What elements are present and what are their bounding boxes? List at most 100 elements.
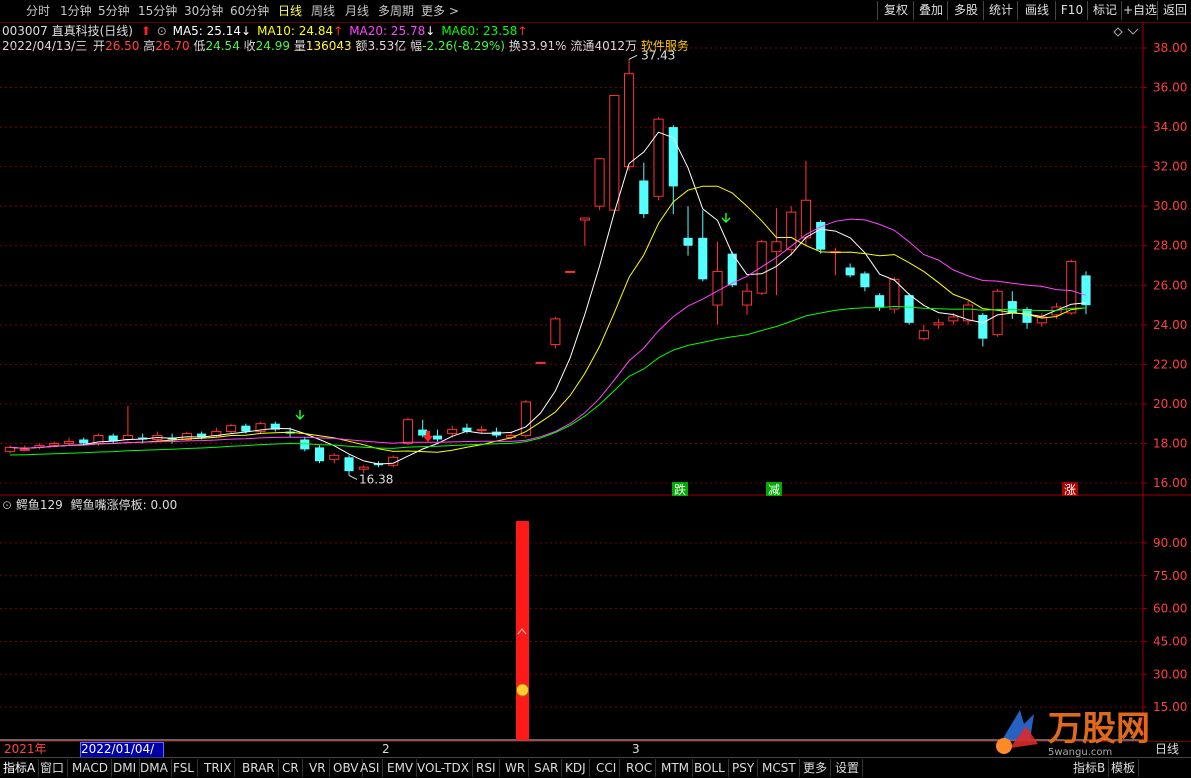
candle-body-down — [418, 429, 428, 436]
candle-body-up — [933, 322, 944, 326]
price-tick-label: 22.00 — [1153, 357, 1187, 371]
candle-body-up — [594, 158, 605, 207]
candle-body-down — [845, 267, 855, 276]
tab-11[interactable]: ASI — [357, 759, 384, 777]
price-tick-label: 34.00 — [1153, 120, 1187, 134]
indicator-formula: 鳄鱼嘴涨停板: — [70, 498, 147, 512]
tool-button-5[interactable]: F10 — [1055, 1, 1088, 20]
tab-25[interactable]: 设置 — [832, 759, 864, 777]
tab-2[interactable]: MACD — [69, 759, 112, 777]
candle-body-up — [329, 454, 340, 460]
tab-13[interactable]: VOL-TDX — [414, 759, 473, 777]
period-tab-6[interactable]: 日线 — [278, 3, 302, 19]
tool-button-1[interactable]: 叠加 — [913, 1, 948, 20]
diamond-icon — [1113, 27, 1123, 37]
tab-18[interactable]: CCI — [593, 759, 621, 777]
tab-5[interactable]: FSL — [170, 759, 198, 777]
tool-button-3[interactable]: 统计 — [983, 1, 1018, 20]
candle-body-up — [49, 442, 60, 446]
tool-button-4[interactable]: 画线 — [1017, 1, 1056, 20]
tab-19[interactable]: ROC — [623, 759, 657, 777]
indicator-tick-label: 30.00 — [1153, 667, 1187, 681]
tab-9[interactable]: VR — [306, 759, 330, 777]
candle-body-up — [623, 73, 635, 168]
period-tab-1[interactable]: 1分钟 — [60, 3, 92, 19]
indicator-tick-label: 60.00 — [1153, 602, 1187, 616]
period-tab-10[interactable]: 更多 > — [421, 3, 459, 19]
candle-body-up — [358, 466, 369, 470]
candle-body-up — [520, 401, 531, 437]
tab-16[interactable]: SAR — [531, 759, 563, 777]
marker-label: 跌 — [674, 482, 686, 497]
indicator-tab-bar: 指标A 窗口 MACD DMI DMA FSL TRIX BRAR CR VR OBV ASI EMV V… — [0, 757, 1191, 778]
tab-template[interactable]: 模板 — [1108, 759, 1140, 777]
price-tick-label: 30.00 — [1153, 199, 1187, 213]
ma5-line — [9, 131, 1087, 465]
tab-23[interactable]: MCST — [759, 759, 800, 777]
candle-body-up — [609, 94, 620, 211]
tab-8[interactable]: CR — [279, 759, 303, 777]
tab-20[interactable]: MTM — [658, 759, 694, 777]
tab-17[interactable]: KDJ — [562, 759, 590, 777]
collapse-icon[interactable]: ⊙ — [2, 498, 12, 512]
tool-button-0[interactable]: 复权 — [877, 1, 914, 20]
period-tab-9[interactable]: 多周期 — [378, 3, 414, 19]
period-toolbar: 分时 1分钟 5分钟 15分钟 30分钟 60分钟 日线 周线 月线 多周期 更多 > 复权 叠加 多股… — [0, 0, 1191, 23]
candle-body-down — [1022, 309, 1032, 323]
candle-body-up — [122, 435, 133, 440]
candle-body-down — [432, 435, 443, 440]
period-tab-4[interactable]: 30分钟 — [184, 3, 223, 19]
candle-body-down — [860, 273, 870, 288]
tool-button-7[interactable]: +自选 — [1121, 1, 1158, 20]
high-pointer — [628, 54, 638, 60]
candle-body-down — [698, 237, 708, 280]
tab-1[interactable]: 窗口 — [37, 759, 69, 777]
tool-button-8[interactable]: 返回 — [1157, 1, 1191, 20]
high-annotation: 37.43 — [641, 48, 675, 62]
chevron-down-icon — [1127, 28, 1139, 35]
candle-body-down — [683, 237, 693, 246]
indicator-name[interactable]: 鳄鱼129 — [16, 498, 63, 512]
indicator-value: 0.00 — [150, 498, 178, 512]
price-tick-label: 26.00 — [1153, 278, 1187, 292]
tab-4[interactable]: DMA — [137, 759, 172, 777]
period-tab-5[interactable]: 60分钟 — [230, 3, 269, 19]
indicator-tick-label: 75.00 — [1153, 569, 1187, 583]
period-tab-3[interactable]: 15分钟 — [138, 3, 177, 19]
period-tab-0[interactable]: 分时 — [26, 3, 50, 19]
candle-body-up — [771, 241, 782, 253]
kline-chart[interactable]: 38.00 36.00 34.00 32.00 30.00 28.00 26.00 24.00… — [0, 22, 1191, 741]
period-tab-7[interactable]: 周线 — [311, 3, 335, 19]
price-tick-label: 24.00 — [1153, 318, 1187, 332]
ma60-line — [9, 305, 1087, 456]
indicator-header: ⊙ 鳄鱼129 鳄鱼嘴涨停板: 0.00 — [2, 497, 177, 513]
tab-0[interactable]: 指标A — [0, 759, 40, 777]
signal-arrow-icon — [295, 410, 305, 420]
tab-6[interactable]: TRIX — [201, 759, 236, 777]
tab-15[interactable]: WR — [502, 759, 530, 777]
candle-body-down — [1081, 275, 1091, 306]
marker-label: 减 — [768, 483, 780, 497]
tab-7[interactable]: BRAR — [239, 759, 279, 777]
low-annotation: 16.38 — [359, 472, 393, 486]
candle-body-up — [918, 330, 929, 340]
period-tab-2[interactable]: 5分钟 — [98, 3, 130, 19]
price-tick-label: 20.00 — [1153, 397, 1187, 411]
price-tick-label: 32.00 — [1153, 160, 1187, 174]
candle-body-up — [476, 429, 487, 432]
tab-indicator-b[interactable]: 指标B — [1070, 759, 1110, 777]
tab-21[interactable]: BOLL — [691, 759, 729, 777]
tab-14[interactable]: RSI — [473, 759, 500, 777]
tab-12[interactable]: EMV — [384, 759, 418, 777]
price-tick-label: 18.00 — [1153, 436, 1187, 450]
candle-body-up — [226, 425, 237, 433]
tool-button-2[interactable]: 多股 — [947, 1, 984, 20]
candle-body-up — [653, 118, 664, 197]
watermark-url: 5wangu.com — [1048, 747, 1112, 758]
tab-22[interactable]: PSY — [729, 759, 759, 777]
tab-3[interactable]: DMI — [110, 759, 141, 777]
period-tab-8[interactable]: 月线 — [345, 3, 369, 19]
candle-body-up — [992, 290, 1003, 336]
tool-button-6[interactable]: 标记 — [1087, 1, 1122, 20]
tab-24[interactable]: 更多 — [800, 759, 832, 777]
